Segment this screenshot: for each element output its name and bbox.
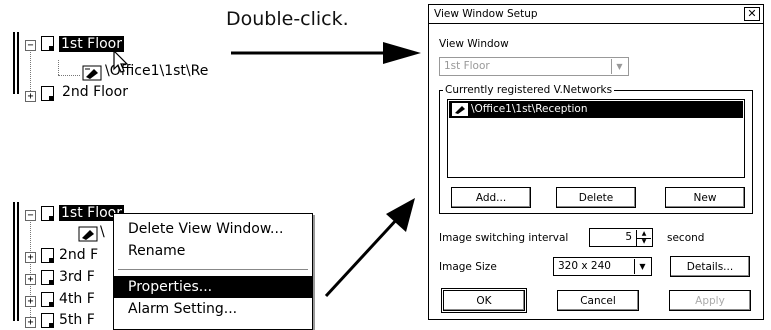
interval-value: 5 [625,231,632,243]
tree-guide-line [58,60,59,75]
expand-toggle-icon[interactable]: + [25,296,36,307]
view-window-setup-dialog: View Window Setup ✕ View Window 1st Floo… [428,4,764,320]
close-icon[interactable]: ✕ [744,7,760,21]
ok-button[interactable]: OK [441,288,527,313]
menu-item-properties[interactable]: Properties... [114,276,312,298]
new-button[interactable]: New [665,187,745,208]
registered-networks-list[interactable]: \Office1\1st\Reception [447,99,745,178]
menu-item-rename[interactable]: Rename [114,240,312,262]
image-size-select[interactable]: 320 x 240 ▼ [553,257,652,276]
tree-left-border [13,202,15,321]
dialog-titlebar[interactable]: View Window Setup ✕ [429,5,763,24]
tree-item-2nd-floor[interactable]: 2nd F [59,247,98,263]
dialog-title: View Window Setup [434,8,538,20]
tree-guide-line [58,75,80,76]
arrow-icon [324,198,415,298]
menu-item-alarm-setting[interactable]: Alarm Setting... [114,298,312,320]
list-item[interactable]: \Office1\1st\Reception [449,101,743,118]
menu-item-delete-view-window[interactable]: Delete View Window... [114,218,312,240]
view-window-select[interactable]: 1st Floor ▼ [439,57,629,76]
tree-left-border [17,202,19,321]
instruction-caption: Double-click. [226,8,349,30]
tree-left-border [17,32,19,94]
expand-toggle-icon[interactable]: + [25,317,36,328]
chevron-down-icon[interactable]: ▼ [636,238,651,246]
view-window-label: View Window [439,38,509,50]
context-menu: Delete View Window... Rename Properties.… [113,213,313,330]
interval-label: Image switching interval [439,232,569,244]
image-size-label: Image Size [439,261,497,273]
camera-network-icon [452,103,468,116]
tree-item-4th-floor[interactable]: 4th F [59,291,95,307]
tree-left-border [13,32,15,94]
image-size-value: 320 x 240 [558,260,611,272]
menu-separator [118,269,308,270]
interval-unit: second [667,232,705,244]
collapse-toggle-icon[interactable]: − [25,210,36,221]
registered-networks-label: Currently registered V.Networks [443,84,615,96]
add-button[interactable]: Add... [451,187,531,208]
mouse-cursor-icon [113,50,129,73]
view-window-icon [41,270,54,285]
view-window-icon [41,292,54,307]
delete-button[interactable]: Delete [556,187,636,208]
cancel-button[interactable]: Cancel [557,290,639,311]
expand-toggle-icon[interactable]: + [25,274,36,285]
apply-button[interactable]: Apply [669,290,751,311]
tree-item-2nd-floor[interactable]: 2nd Floor [62,84,128,100]
list-item-label: \Office1\1st\Reception [471,103,588,115]
collapse-toggle-icon[interactable]: − [25,40,36,51]
chevron-down-icon: ▼ [634,259,650,274]
tree-item-network[interactable]: \ [100,224,105,240]
view-window-icon [41,206,54,221]
view-window-icon [41,86,54,101]
camera-network-icon [78,226,98,242]
tree-item-3rd-floor[interactable]: 3rd F [59,269,95,285]
details-button[interactable]: Details... [670,256,750,277]
expand-toggle-icon[interactable]: + [25,91,36,102]
view-window-value: 1st Floor [444,60,490,72]
expand-toggle-icon[interactable]: + [25,252,36,263]
view-window-icon [41,248,54,263]
tree-item-5th-floor[interactable]: 5th F [59,312,95,328]
camera-network-icon [82,65,102,81]
view-window-icon [41,36,54,51]
interval-stepper[interactable]: 5 ▲ ▼ [589,228,653,247]
chevron-down-icon: ▼ [611,59,627,74]
tree-view-bottom: − 1st Floor \ + 2nd F + 3rd F + 4th F + … [0,198,124,328]
arrow-icon [231,42,421,64]
